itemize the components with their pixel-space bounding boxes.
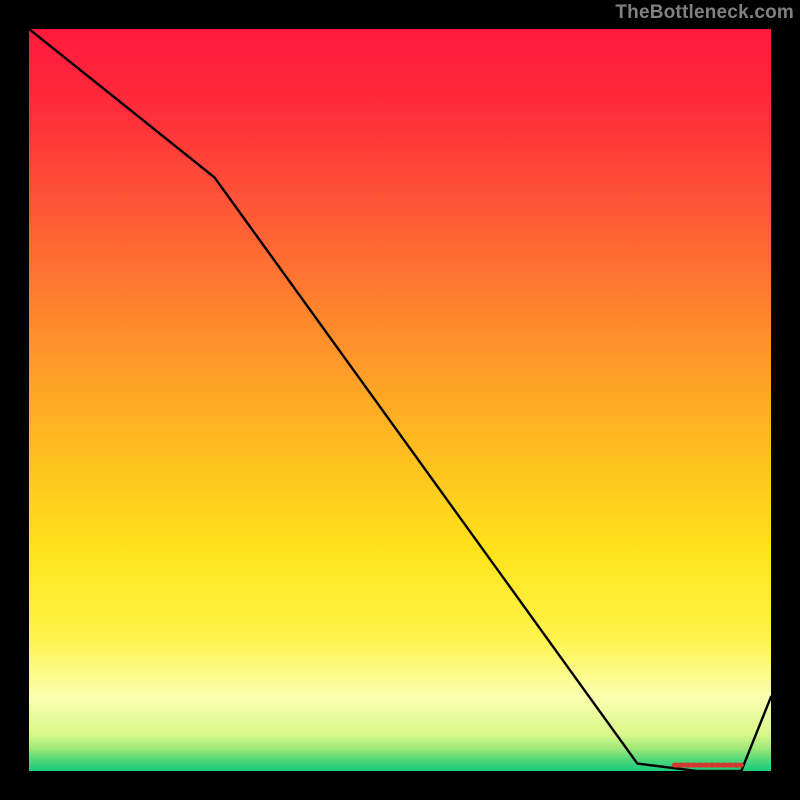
marker-segment [29,29,771,771]
attribution-text: TheBottleneck.com [615,2,794,24]
chart-frame: TheBottleneck.com [0,0,800,800]
plot-area [29,29,771,771]
